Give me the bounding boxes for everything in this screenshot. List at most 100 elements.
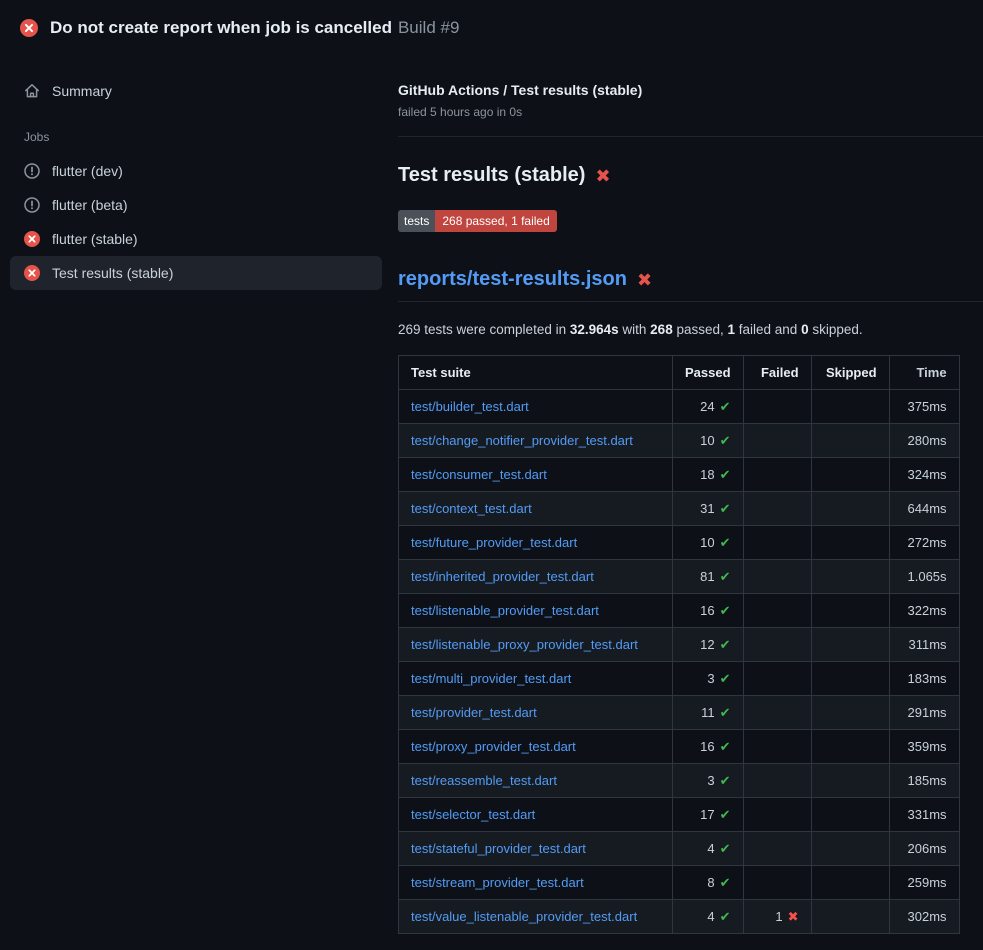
time-cell: 331ms — [889, 798, 959, 832]
run-title: Do not create report when job is cancell… — [50, 18, 392, 37]
failed-cell — [743, 594, 811, 628]
failed-cell — [743, 628, 811, 662]
suite-cell: test/context_test.dart — [399, 492, 673, 526]
check-icon: ✔ — [720, 501, 731, 516]
check-icon: ✔ — [720, 705, 731, 720]
summary-number: 0 — [801, 322, 809, 337]
passed-cell-value: 18 — [700, 467, 714, 482]
failed-cell — [743, 662, 811, 696]
cancelled-icon — [24, 197, 40, 213]
table-row: test/future_provider_test.dart10✔272ms — [399, 526, 960, 560]
sidebar-job-label: flutter (stable) — [52, 231, 138, 247]
table-row: test/reassemble_test.dart3✔185ms — [399, 764, 960, 798]
main-content: GitHub Actions / Test results (stable) f… — [398, 50, 983, 934]
cancelled-icon — [24, 163, 40, 179]
sidebar-item-flutter-stable[interactable]: flutter (stable) — [10, 222, 382, 256]
report-title: reports/test-results.json ✖ — [398, 268, 983, 302]
suite-cell: test/future_provider_test.dart — [399, 526, 673, 560]
check-icon: ✔ — [720, 875, 731, 890]
skipped-cell — [811, 594, 889, 628]
summary-segment: failed and — [735, 322, 801, 337]
failed-cell-value: 1 — [775, 909, 782, 924]
passed-cell-value: 12 — [700, 637, 714, 652]
test-suite-link[interactable]: test/provider_test.dart — [411, 705, 537, 720]
skipped-cell — [811, 730, 889, 764]
test-suite-link[interactable]: test/stream_provider_test.dart — [411, 875, 584, 890]
failed-x-icon: ✖ — [637, 271, 652, 289]
passed-cell: 17 ✔ — [673, 798, 744, 832]
test-suite-link[interactable]: test/inherited_provider_test.dart — [411, 569, 594, 584]
suite-cell: test/consumer_test.dart — [399, 458, 673, 492]
report-file-link[interactable]: reports/test-results.json — [398, 268, 627, 291]
suite-cell: test/selector_test.dart — [399, 798, 673, 832]
divider — [398, 136, 983, 137]
sidebar-item-flutter-beta[interactable]: flutter (beta) — [10, 188, 382, 222]
test-suite-link[interactable]: test/listenable_proxy_provider_test.dart — [411, 637, 638, 652]
failed-cell — [743, 492, 811, 526]
passed-cell-value: 17 — [700, 807, 714, 822]
time-cell: 302ms — [889, 900, 959, 934]
time-cell: 272ms — [889, 526, 959, 560]
test-suite-link[interactable]: test/reassemble_test.dart — [411, 773, 557, 788]
test-suite-link[interactable]: test/change_notifier_provider_test.dart — [411, 433, 633, 448]
test-suite-link[interactable]: test/proxy_provider_test.dart — [411, 739, 576, 754]
passed-cell: 18 ✔ — [673, 458, 744, 492]
passed-cell-value: 31 — [700, 501, 714, 516]
check-icon: ✔ — [720, 467, 731, 482]
check-icon: ✔ — [720, 739, 731, 754]
test-suite-link[interactable]: test/stateful_provider_test.dart — [411, 841, 586, 856]
passed-cell-value: 16 — [700, 603, 714, 618]
passed-cell: 81✔ — [673, 560, 744, 594]
failed-cell — [743, 866, 811, 900]
failed-icon — [24, 265, 40, 281]
suite-cell: test/listenable_proxy_provider_test.dart — [399, 628, 673, 662]
jobs-heading: Jobs — [10, 108, 382, 154]
summary-segment: with — [619, 322, 651, 337]
failed-cell — [743, 458, 811, 492]
check-icon: ✔ — [720, 671, 731, 686]
passed-cell-value: 4 — [707, 841, 714, 856]
sidebar-item-test-results-stable[interactable]: Test results (stable) — [10, 256, 382, 290]
passed-cell: 10✔ — [673, 424, 744, 458]
table-row: test/consumer_test.dart18✔324ms — [399, 458, 960, 492]
failed-cell — [743, 424, 811, 458]
test-suite-link[interactable]: test/listenable_provider_test.dart — [411, 603, 599, 618]
passed-cell-value: 10 — [700, 535, 714, 550]
failed-cell — [743, 730, 811, 764]
test-suite-link[interactable]: test/context_test.dart — [411, 501, 532, 516]
check-icon: ✔ — [720, 909, 731, 924]
check-icon: ✔ — [720, 637, 731, 652]
suite-cell: test/builder_test.dart — [399, 390, 673, 424]
table-row: test/listenable_provider_test.dart16✔322… — [399, 594, 960, 628]
skipped-cell — [811, 662, 889, 696]
test-suite-link[interactable]: test/builder_test.dart — [411, 399, 529, 414]
skipped-cell — [811, 560, 889, 594]
skipped-cell — [811, 526, 889, 560]
test-suite-link[interactable]: test/selector_test.dart — [411, 807, 535, 822]
failed-x-icon: ✖ — [595, 167, 610, 185]
sidebar-item-flutter-dev[interactable]: flutter (dev) — [10, 154, 382, 188]
sidebar-item-summary[interactable]: Summary — [10, 74, 382, 108]
test-suite-link[interactable]: test/multi_provider_test.dart — [411, 671, 571, 686]
check-icon: ✔ — [720, 807, 731, 822]
time-cell: 322ms — [889, 594, 959, 628]
passed-cell: 11✔ — [673, 696, 744, 730]
table-row: test/multi_provider_test.dart3✔183ms — [399, 662, 960, 696]
summary-segment: skipped. — [809, 322, 863, 337]
passed-cell: 8✔ — [673, 866, 744, 900]
build-number: Build #9 — [398, 18, 459, 37]
time-cell: 259ms — [889, 866, 959, 900]
test-suite-link[interactable]: test/value_listenable_provider_test.dart — [411, 909, 637, 924]
skipped-cell — [811, 492, 889, 526]
passed-cell-value: 10 — [700, 433, 714, 448]
test-suite-link[interactable]: test/consumer_test.dart — [411, 467, 547, 482]
summary-segment: 269 tests were completed in — [398, 322, 570, 337]
table-row: test/proxy_provider_test.dart16✔359ms — [399, 730, 960, 764]
col-header-test-suite: Test suite — [399, 356, 673, 390]
passed-cell: 31 ✔ — [673, 492, 744, 526]
header-row: Test suite Passed Failed Skipped Time — [399, 356, 960, 390]
col-header-time: Time — [889, 356, 959, 390]
time-cell: 206ms — [889, 832, 959, 866]
check-icon: ✔ — [720, 773, 731, 788]
test-suite-link[interactable]: test/future_provider_test.dart — [411, 535, 577, 550]
